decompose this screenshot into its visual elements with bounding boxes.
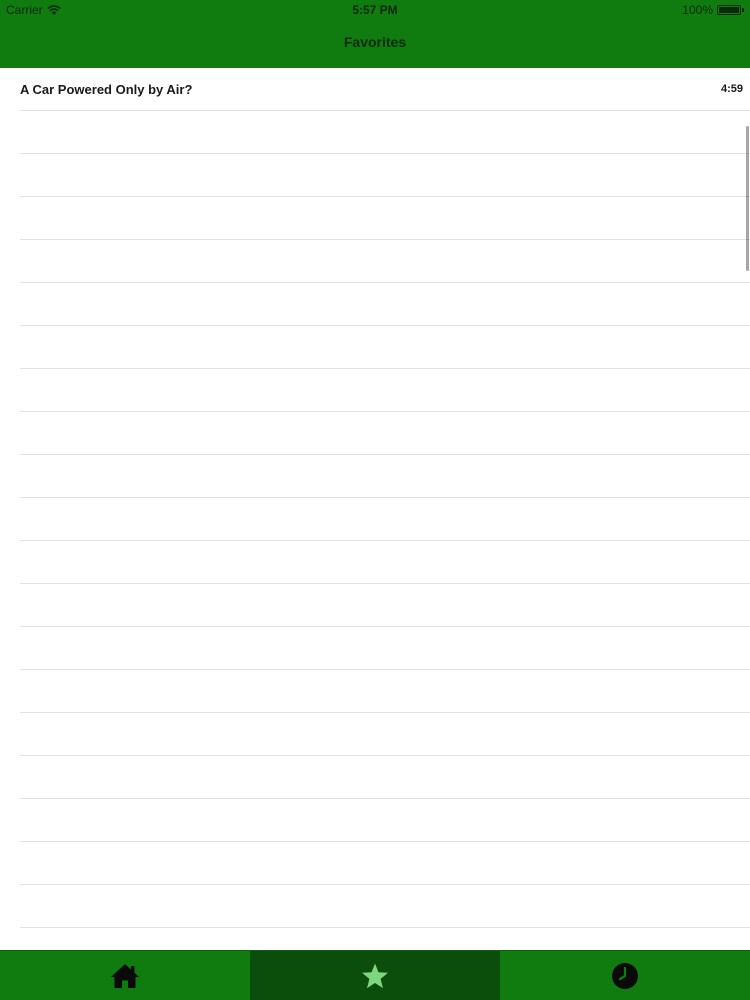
scroll-indicator[interactable] xyxy=(746,126,749,271)
tab-home[interactable] xyxy=(0,951,250,1000)
empty-row xyxy=(20,627,750,670)
empty-row xyxy=(20,197,750,240)
empty-row xyxy=(20,842,750,885)
status-bar: Carrier 5:57 PM 100% xyxy=(0,0,750,20)
video-title: A Car Powered Only by Air? xyxy=(20,82,193,97)
battery-percent: 100% xyxy=(682,3,713,17)
empty-row xyxy=(20,756,750,799)
video-duration: 4:59 xyxy=(720,83,743,95)
tab-favorites[interactable] xyxy=(250,951,500,1000)
status-time: 5:57 PM xyxy=(352,3,398,17)
battery-icon xyxy=(717,5,741,15)
empty-row xyxy=(20,713,750,756)
empty-row xyxy=(20,498,750,541)
favorites-screen: Carrier 5:57 PM 100% Favorites A Car Pow… xyxy=(0,0,750,1000)
empty-row xyxy=(20,154,750,197)
empty-row xyxy=(20,369,750,412)
tab-history[interactable] xyxy=(500,951,750,1000)
page-title: Favorites xyxy=(343,34,407,50)
battery-tip xyxy=(742,8,744,12)
empty-row xyxy=(20,111,750,154)
empty-row xyxy=(20,240,750,283)
status-right: 100% xyxy=(682,3,744,17)
empty-row xyxy=(20,885,750,928)
empty-row xyxy=(20,541,750,584)
empty-row xyxy=(20,455,750,498)
tab-bar xyxy=(0,950,750,1000)
list-item[interactable]: A Car Powered Only by Air? 4:59 xyxy=(20,68,750,111)
empty-row xyxy=(20,412,750,455)
empty-row xyxy=(20,283,750,326)
header: Carrier 5:57 PM 100% Favorites xyxy=(0,0,750,68)
favorites-list[interactable]: A Car Powered Only by Air? 4:59 xyxy=(0,68,750,951)
empty-row xyxy=(20,670,750,713)
empty-row xyxy=(20,799,750,842)
star-icon xyxy=(362,963,388,988)
empty-row xyxy=(20,326,750,369)
empty-row xyxy=(20,584,750,627)
home-icon xyxy=(111,963,139,988)
clock-icon xyxy=(612,962,638,989)
